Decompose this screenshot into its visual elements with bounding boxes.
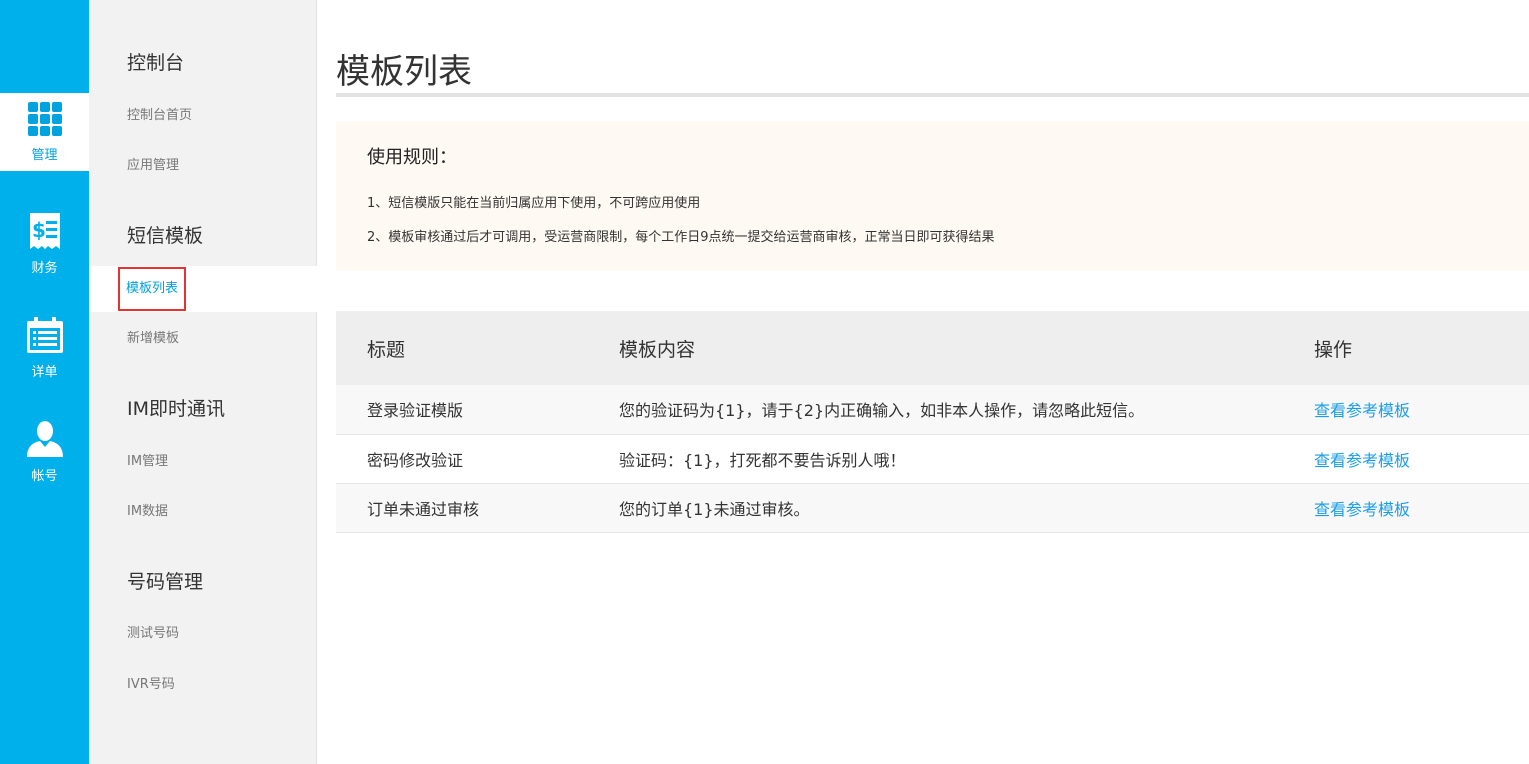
- sidebar-group-im: IM即时通讯: [127, 398, 225, 420]
- svg-text:$: $: [32, 218, 46, 242]
- view-reference-template-link[interactable]: 查看参考模板: [1314, 401, 1410, 420]
- table-header-row: 标题 模板内容 操作: [336, 311, 1529, 385]
- sidebar-group-console: 控制台: [127, 52, 185, 74]
- sidebar-group-sms-template: 短信模板: [127, 225, 204, 247]
- sidebar-item-test-number[interactable]: 测试号码: [89, 611, 317, 657]
- usage-rules-notice: 使用规则： 1、短信模版只能在当前归属应用下使用，不可跨应用使用 2、模板审核通…: [336, 121, 1529, 271]
- invoice-icon: $: [29, 212, 60, 249]
- cell-title: 密码修改验证: [336, 434, 619, 484]
- calendar-list-icon: [26, 316, 63, 353]
- cell-title: 登录验证模版: [336, 385, 619, 435]
- view-reference-template-link[interactable]: 查看参考模板: [1314, 500, 1410, 519]
- sidebar: 控制台 控制台首页 应用管理 短信模板 模板列表 新增模板 IM即时通讯 IM管…: [89, 0, 317, 764]
- cell-title: 订单未通过审核: [336, 483, 619, 533]
- rail-item-manage[interactable]: 管理: [0, 93, 89, 171]
- sidebar-item-ivr-number[interactable]: IVR号码: [89, 662, 317, 708]
- rail-label-account: 帐号: [31, 468, 58, 484]
- template-table: 标题 模板内容 操作 登录验证模版 您的验证码为{1}，请于{2}内正确输入，如…: [336, 311, 1529, 533]
- table-row: 密码修改验证 验证码：{1}，打死都不要告诉别人哦！ 查看参考模板: [336, 434, 1529, 484]
- column-header-action: 操作: [1314, 311, 1529, 385]
- rail-label-manage: 管理: [31, 147, 58, 163]
- notice-rule-2: 2、模板审核通过后才可调用，受运营商限制，每个工作日9点统一提交给运营商审核，正…: [367, 230, 995, 245]
- column-header-content: 模板内容: [619, 311, 1314, 385]
- table-row: 订单未通过审核 您的订单{1}未通过审核。 查看参考模板: [336, 483, 1529, 533]
- column-header-title: 标题: [336, 311, 619, 385]
- sidebar-item-console-home[interactable]: 控制台首页: [89, 93, 317, 139]
- rail-label-details: 详单: [31, 364, 58, 380]
- sidebar-item-im-management[interactable]: IM管理: [89, 439, 317, 485]
- sidebar-group-number-management: 号码管理: [127, 571, 204, 593]
- cell-content: 验证码：{1}，打死都不要告诉别人哦！: [619, 434, 1314, 484]
- rail-label-finance: 财务: [31, 260, 58, 276]
- notice-title: 使用规则：: [367, 147, 457, 168]
- cell-content: 您的验证码为{1}，请于{2}内正确输入，如非本人操作，请忽略此短信。: [619, 385, 1314, 435]
- sidebar-item-add-template[interactable]: 新增模板: [89, 316, 317, 362]
- rail-item-details[interactable]: 详单: [0, 296, 89, 400]
- notice-rule-1: 1、短信模版只能在当前归属应用下使用，不可跨应用使用: [367, 196, 701, 211]
- rail-item-account[interactable]: 帐号: [0, 400, 89, 504]
- sidebar-item-template-list[interactable]: 模板列表: [89, 266, 317, 312]
- grid-icon: [27, 101, 62, 136]
- sidebar-item-app-management[interactable]: 应用管理: [89, 143, 317, 189]
- rail-item-finance[interactable]: $ 财务: [0, 192, 89, 296]
- cell-content: 您的订单{1}未通过审核。: [619, 483, 1314, 533]
- user-icon: [26, 420, 63, 457]
- title-divider: [336, 93, 1529, 97]
- sidebar-item-im-data[interactable]: IM数据: [89, 489, 317, 535]
- table-row: 登录验证模版 您的验证码为{1}，请于{2}内正确输入，如非本人操作，请忽略此短…: [336, 385, 1529, 435]
- page-title: 模板列表: [336, 52, 472, 92]
- icon-rail: 管理 $ 财务 详单 帐号: [0, 0, 89, 764]
- view-reference-template-link[interactable]: 查看参考模板: [1314, 451, 1410, 470]
